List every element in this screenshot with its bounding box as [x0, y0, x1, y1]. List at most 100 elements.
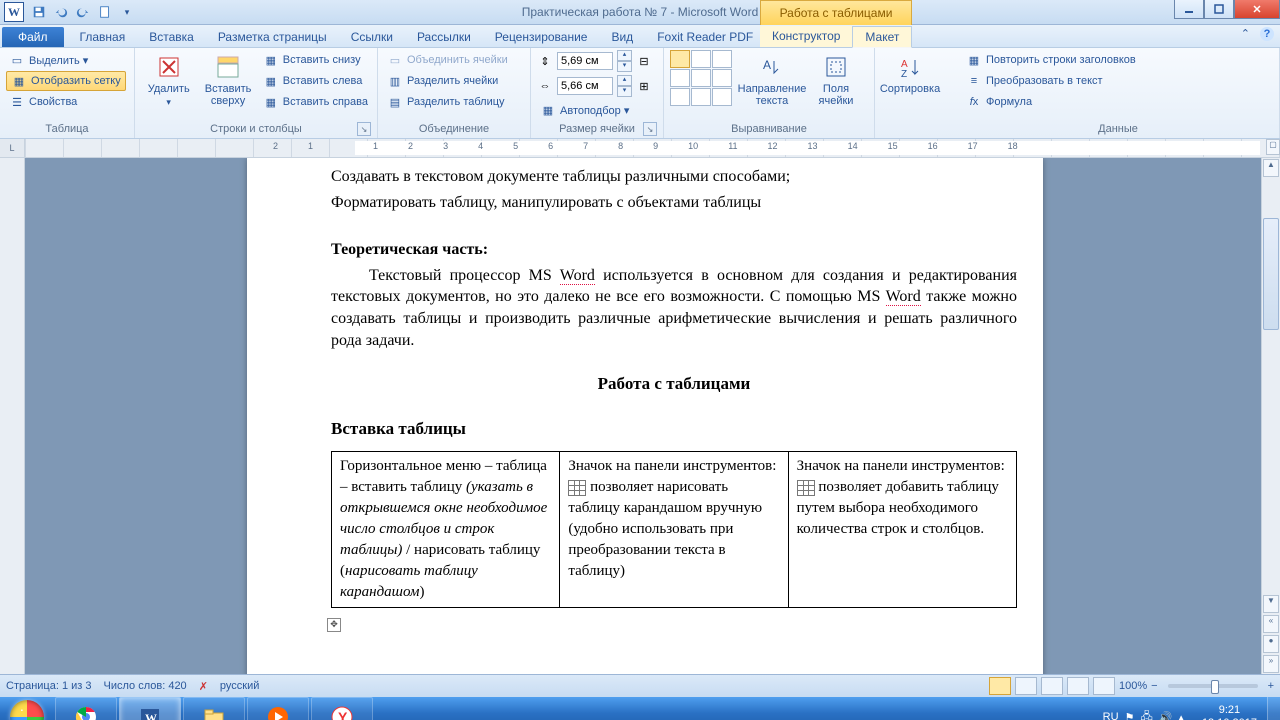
- scroll-thumb[interactable]: [1263, 218, 1279, 330]
- tab-insert[interactable]: Вставка: [137, 27, 206, 47]
- zoom-in-button[interactable]: +: [1268, 680, 1274, 692]
- tray-clock[interactable]: 9:2113.10.2017: [1192, 702, 1267, 720]
- tab-home[interactable]: Главная: [68, 27, 138, 47]
- zoom-level[interactable]: 100%: [1119, 680, 1147, 692]
- doc-table[interactable]: Горизонтальное меню – таблица – вставить…: [331, 451, 1017, 608]
- rowscols-dialog-launcher[interactable]: ↘: [357, 122, 371, 136]
- col-width-input[interactable]: [557, 77, 613, 95]
- tab-table-design[interactable]: Конструктор: [760, 26, 852, 47]
- qat-redo-icon[interactable]: [72, 1, 94, 23]
- qat-customize-icon[interactable]: ▾: [116, 1, 138, 23]
- text-direction-button[interactable]: AНаправление текста: [736, 50, 808, 107]
- outline-view[interactable]: [1067, 677, 1089, 695]
- select-button[interactable]: ▭Выделить ▾: [6, 50, 126, 70]
- status-language[interactable]: русский: [220, 680, 259, 692]
- qat-save-icon[interactable]: [28, 1, 50, 23]
- tab-selector[interactable]: L: [0, 139, 25, 157]
- maximize-button[interactable]: [1204, 0, 1234, 19]
- ruler-horizontal[interactable]: L 21123456789101112131415161718 ▢: [0, 139, 1280, 158]
- view-gridlines-button[interactable]: ▦Отобразить сетку: [6, 71, 126, 91]
- zoom-out-button[interactable]: −: [1151, 680, 1157, 692]
- height-down[interactable]: ▾: [617, 61, 632, 72]
- ruler-vertical[interactable]: [0, 158, 25, 674]
- help-icon[interactable]: ?: [1260, 27, 1274, 41]
- taskbar-explorer[interactable]: [183, 697, 245, 720]
- tab-review[interactable]: Рецензирование: [483, 27, 600, 47]
- width-down[interactable]: ▾: [617, 86, 632, 97]
- tray-volume-icon[interactable]: 🔊: [1159, 711, 1173, 720]
- tab-references[interactable]: Ссылки: [339, 27, 405, 47]
- tray-up-icon[interactable]: ▴: [1178, 711, 1184, 720]
- alignment-grid[interactable]: [670, 50, 732, 106]
- tray-lang[interactable]: RU: [1103, 711, 1119, 720]
- tab-mailings[interactable]: Рассылки: [405, 27, 483, 47]
- taskbar-media-player[interactable]: [247, 697, 309, 720]
- repeat-header-button[interactable]: ▦Повторить строки заголовков: [963, 50, 1139, 70]
- status-page[interactable]: Страница: 1 из 3: [6, 680, 92, 692]
- zoom-slider[interactable]: [1168, 684, 1258, 688]
- svg-text:A: A: [763, 58, 771, 72]
- next-page-button[interactable]: »: [1263, 655, 1279, 673]
- table-move-handle[interactable]: ✥: [327, 618, 341, 632]
- ribbon-minimize-icon[interactable]: ⌃: [1241, 27, 1250, 41]
- show-desktop-button[interactable]: [1267, 697, 1280, 720]
- insert-below-button[interactable]: ▦Вставить снизу: [260, 50, 371, 70]
- windows-orb-icon: [10, 700, 44, 720]
- distribute-rows-icon[interactable]: ⊟: [636, 53, 652, 69]
- web-layout-view[interactable]: [1041, 677, 1063, 695]
- height-up[interactable]: ▴: [617, 50, 632, 61]
- cell-margins-button[interactable]: Поля ячейки: [812, 50, 860, 107]
- ruler-toggle-icon[interactable]: ▢: [1266, 139, 1280, 155]
- vertical-scrollbar[interactable]: ▲ ▼ « ● »: [1261, 158, 1280, 674]
- prev-page-button[interactable]: «: [1263, 615, 1279, 633]
- document-area[interactable]: Создавать в текстовом документе таблицы …: [25, 158, 1261, 674]
- svg-text:Z: Z: [901, 69, 907, 79]
- doc-heading-tables: Работа с таблицами: [331, 373, 1017, 396]
- distribute-cols-icon[interactable]: ⊞: [636, 78, 652, 94]
- scroll-down-button[interactable]: ▼: [1263, 595, 1279, 613]
- table-cell-2[interactable]: Значок на панели инструментов: позволяет…: [560, 452, 788, 608]
- width-up[interactable]: ▴: [617, 75, 632, 86]
- tab-view[interactable]: Вид: [599, 27, 645, 47]
- split-table-button[interactable]: ▤Разделить таблицу: [384, 92, 511, 112]
- fullscreen-view[interactable]: [1015, 677, 1037, 695]
- title-bar: W ▾ Практическая работа № 7 - Microsoft …: [0, 0, 1280, 25]
- word-app-icon[interactable]: W: [4, 2, 24, 22]
- taskbar-yandex[interactable]: Y: [311, 697, 373, 720]
- minimize-button[interactable]: [1174, 0, 1204, 19]
- insert-left-button[interactable]: ▦Вставить слева: [260, 71, 371, 91]
- tab-foxit[interactable]: Foxit Reader PDF: [645, 27, 765, 47]
- taskbar-chrome[interactable]: [55, 697, 117, 720]
- cellsize-dialog-launcher[interactable]: ↘: [643, 122, 657, 136]
- delete-button[interactable]: Удалить▾: [141, 50, 196, 108]
- status-word-count[interactable]: Число слов: 420: [104, 680, 187, 692]
- row-height-input[interactable]: [557, 52, 613, 70]
- sort-button[interactable]: AZСортировка: [881, 50, 939, 95]
- properties-button[interactable]: ☰Свойства: [6, 92, 126, 112]
- status-proofing-icon[interactable]: ✗: [199, 680, 208, 693]
- table-cell-3[interactable]: Значок на панели инструментов: позволяет…: [788, 452, 1016, 608]
- taskbar-word[interactable]: W: [119, 697, 181, 720]
- convert-to-text-button[interactable]: ≡Преобразовать в текст: [963, 71, 1139, 91]
- scroll-up-button[interactable]: ▲: [1263, 159, 1279, 177]
- tab-table-layout[interactable]: Макет: [852, 26, 912, 48]
- qat-undo-icon[interactable]: [50, 1, 72, 23]
- autofit-button[interactable]: ▦Автоподбор ▾: [537, 100, 652, 120]
- start-button[interactable]: [0, 697, 54, 720]
- tray-flag-icon[interactable]: ⚑: [1125, 711, 1135, 720]
- merge-cells-button[interactable]: ▭Объединить ячейки: [384, 50, 511, 70]
- draw-table-icon: [568, 480, 586, 496]
- tab-file[interactable]: Файл: [2, 27, 64, 47]
- draft-view[interactable]: [1093, 677, 1115, 695]
- insert-above-button[interactable]: Вставить сверху: [200, 50, 255, 107]
- tray-network-icon[interactable]: 🖧: [1140, 708, 1152, 720]
- formula-button[interactable]: fxФормула: [963, 92, 1139, 112]
- insert-right-button[interactable]: ▦Вставить справа: [260, 92, 371, 112]
- split-cells-button[interactable]: ▥Разделить ячейки: [384, 71, 511, 91]
- tab-page-layout[interactable]: Разметка страницы: [206, 27, 339, 47]
- browse-object-button[interactable]: ●: [1263, 635, 1279, 653]
- close-button[interactable]: [1234, 0, 1280, 19]
- qat-new-icon[interactable]: [94, 1, 116, 23]
- print-layout-view[interactable]: [989, 677, 1011, 695]
- table-cell-1[interactable]: Горизонтальное меню – таблица – вставить…: [332, 452, 560, 608]
